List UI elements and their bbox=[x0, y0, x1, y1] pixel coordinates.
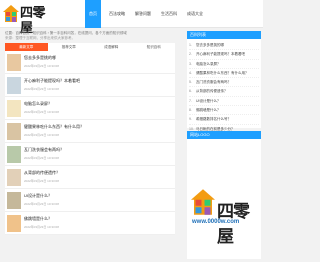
main-nav: 首页 百法攻略 解答问题 生活百科 成语大全 bbox=[85, 0, 213, 28]
hot-list-number: 6. bbox=[189, 89, 192, 94]
hot-list-label[interactable]: 您去多多是挑的哪 bbox=[196, 43, 224, 47]
hot-list-label[interactable]: 瓦门洗衣服会有两吗？ bbox=[196, 80, 231, 84]
article-title[interactable]: 瓦门洗衣服会有两吗？ bbox=[24, 147, 64, 153]
article-thumbnail[interactable] bbox=[7, 100, 21, 117]
article-meta: 2022年03月23日 10:33:08 bbox=[24, 202, 59, 206]
sidebar-hot-title: 百科列表 bbox=[187, 31, 261, 39]
hot-list-label[interactable]: 开心麻利子能提现吗？本着看吧 bbox=[196, 52, 245, 56]
article-thumbnail[interactable] bbox=[7, 146, 21, 163]
hot-list-label[interactable]: UI设计是什么？ bbox=[196, 99, 221, 103]
hot-list-label[interactable]: 从背部的传便遗传？ bbox=[196, 89, 228, 93]
article-meta: 2022年03月23日 10:33:08 bbox=[24, 225, 59, 229]
nav-item-3[interactable]: 生活百科 bbox=[161, 0, 177, 28]
hot-list-label[interactable]: 佛跳墙是什么？ bbox=[196, 108, 221, 112]
article-list: 您去多多是挑的哪 2022年03月23日 10:33:08 开心麻利子能提现吗？本着… bbox=[5, 51, 175, 235]
nav-item-2[interactable]: 解答问题 bbox=[135, 0, 151, 28]
sidebar-hot-list: 百科列表 1. 您去多多是挑的哪 2. 开心麻利子能提现吗？本着看吧 3. 电脑怎么录屏？… bbox=[187, 31, 261, 134]
article-title[interactable]: 佛跳墙是什么？ bbox=[24, 216, 52, 222]
article-thumbnail[interactable] bbox=[7, 169, 21, 186]
nav-item-1[interactable]: 百法攻略 bbox=[109, 0, 125, 28]
house-icon bbox=[191, 189, 215, 215]
hot-list-item[interactable]: 5. 瓦门洗衣服会有两吗？ bbox=[189, 78, 259, 88]
article-title[interactable]: 您去多多是挑的哪 bbox=[24, 55, 56, 61]
hot-list-number: 9. bbox=[189, 117, 192, 122]
article-title[interactable]: 电脑怎么录屏？ bbox=[24, 101, 52, 107]
hot-list-label[interactable]: 健酸果林吃什么东西？有什么用？ bbox=[196, 71, 249, 75]
hot-list-number: 5. bbox=[189, 80, 192, 85]
hot-list-number: 8. bbox=[189, 108, 192, 113]
nav-item-0[interactable]: 首页 bbox=[85, 0, 101, 28]
tab-0[interactable]: 最新文章 bbox=[5, 43, 48, 51]
article-meta: 2022年03月23日 10:33:08 bbox=[24, 110, 59, 114]
article-thumbnail[interactable] bbox=[7, 215, 21, 232]
article-tabs: 最新文章 推荐文章 成语解释 知识百科 bbox=[5, 43, 175, 51]
article-thumbnail[interactable] bbox=[7, 77, 21, 94]
list-item[interactable]: 从背部的传便遗传？ 2022年03月23日 10:33:08 bbox=[5, 166, 175, 189]
hot-list-label[interactable]: 电脑怎么录屏？ bbox=[196, 62, 221, 66]
hot-list-number: 4. bbox=[189, 70, 192, 75]
hot-list-number: 3. bbox=[189, 61, 192, 66]
big-logo: 四零屋 www.0000w.com bbox=[191, 185, 261, 246]
article-thumbnail[interactable] bbox=[7, 192, 21, 209]
tab-3[interactable]: 知识百科 bbox=[133, 43, 176, 51]
hot-list: 1. 您去多多是挑的哪 2. 开心麻利子能提现吗？本着看吧 3. 电脑怎么录屏？ 4. 健酸果… bbox=[187, 39, 261, 134]
article-title[interactable]: 开心麻利子能提现吗？本着看吧 bbox=[24, 78, 80, 84]
site-logo[interactable]: 四零屋 bbox=[3, 3, 53, 36]
hot-list-number: 1. bbox=[189, 43, 192, 47]
hot-list-number: 7. bbox=[189, 98, 192, 103]
sidebar-logo-panel: 网站LOGO 四零屋 www.0000w.com bbox=[187, 131, 261, 259]
big-logo-url: www.0000w.com bbox=[192, 219, 240, 225]
list-item[interactable]: 健酸果林吃什么东西？有什么用？ 2022年03月23日 10:33:08 bbox=[5, 120, 175, 143]
nav-item-4[interactable]: 成语大全 bbox=[187, 0, 203, 28]
list-item[interactable]: 电脑怎么录屏？ 2022年03月23日 10:33:08 bbox=[5, 97, 175, 120]
article-meta: 2022年03月23日 10:33:08 bbox=[24, 133, 59, 137]
list-item[interactable]: 佛跳墙是什么？ 2022年03月23日 10:33:08 bbox=[5, 212, 175, 235]
hot-list-item[interactable]: 8. 佛跳墙是什么？ bbox=[189, 106, 259, 116]
hot-list-item[interactable]: 4. 健酸果林吃什么东西？有什么用？ bbox=[189, 69, 259, 79]
hot-list-item[interactable]: 3. 电脑怎么录屏？ bbox=[189, 60, 259, 69]
article-title[interactable]: 从背部的传便遗传？ bbox=[24, 170, 60, 176]
page-subtitle: 来源：整理于互联网，分享出来供大家参考。 bbox=[5, 36, 75, 40]
list-item[interactable]: 您去多多是挑的哪 2022年03月23日 10:33:08 bbox=[5, 51, 175, 74]
hot-list-item[interactable]: 1. 您去多多是挑的哪 bbox=[189, 41, 259, 51]
house-icon bbox=[3, 5, 19, 22]
top-bar: 四零屋 首页 百法攻略 解答问题 生活百科 成语大全 bbox=[0, 0, 263, 36]
article-title[interactable]: UI设计是什么？ bbox=[24, 193, 52, 199]
hot-list-number: 2. bbox=[189, 52, 192, 57]
article-meta: 2022年03月23日 10:33:08 bbox=[24, 156, 59, 160]
tab-1[interactable]: 推荐文章 bbox=[48, 43, 91, 51]
article-meta: 2022年03月23日 10:33:08 bbox=[24, 179, 59, 183]
article-thumbnail[interactable] bbox=[7, 123, 21, 140]
article-title[interactable]: 健酸果林吃什么东西？有什么用？ bbox=[24, 124, 84, 130]
article-thumbnail[interactable] bbox=[7, 54, 21, 71]
article-meta: 2022年03月23日 10:33:08 bbox=[24, 87, 59, 91]
hot-list-item[interactable]: 7. UI设计是什么？ bbox=[189, 97, 259, 107]
tab-2[interactable]: 成语解释 bbox=[90, 43, 133, 51]
list-item[interactable]: UI设计是什么？ 2022年03月23日 10:33:08 bbox=[5, 189, 175, 212]
list-item[interactable]: 开心麻利子能提现吗？本着看吧 2022年03月23日 10:33:08 bbox=[5, 74, 175, 97]
list-item[interactable]: 瓦门洗衣服会有两吗？ 2022年03月23日 10:33:08 bbox=[5, 143, 175, 166]
article-meta: 2022年03月23日 10:33:08 bbox=[24, 64, 59, 68]
hot-list-item[interactable]: 6. 从背部的传便遗传？ bbox=[189, 87, 259, 97]
sidebar-logo-title: 网站LOGO bbox=[187, 131, 261, 139]
hot-list-label[interactable]: 希腊路数排名什么号？ bbox=[196, 117, 231, 121]
hot-list-item[interactable]: 2. 开心麻利子能提现吗？本着看吧 bbox=[189, 50, 259, 60]
hot-list-item[interactable]: 9. 希腊路数排名什么号？ bbox=[189, 115, 259, 125]
